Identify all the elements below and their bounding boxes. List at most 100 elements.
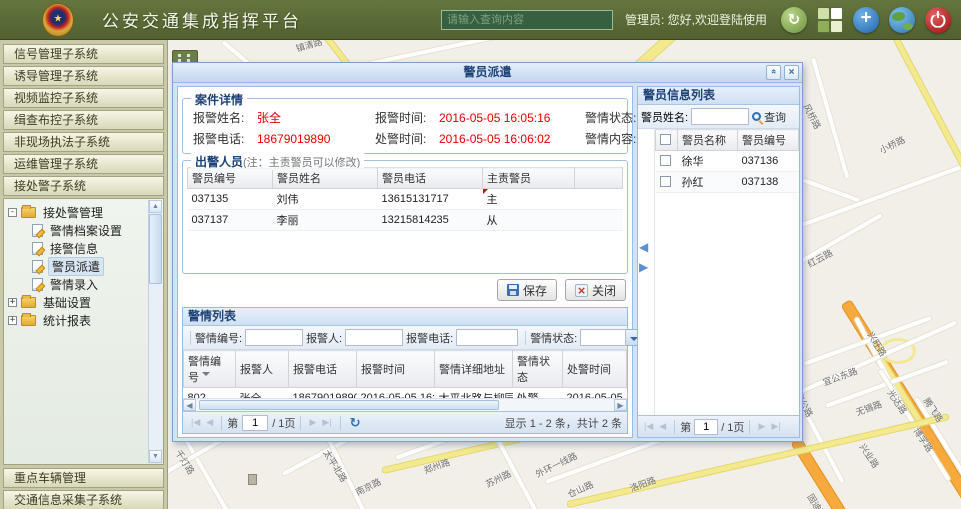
- close-button[interactable]: ×关闭: [565, 279, 626, 301]
- tree-node-alarm-archive[interactable]: 警情档案设置: [8, 221, 147, 239]
- refresh-icon[interactable]: [781, 7, 807, 33]
- prev-page-icon[interactable]: ◀: [659, 421, 666, 432]
- scrollbar-thumb[interactable]: [199, 400, 499, 410]
- column-header-sorted[interactable]: 警情编号: [184, 351, 236, 388]
- sidebar-item-ops[interactable]: 运维管理子系统: [3, 154, 164, 174]
- sidebar-item-traffic-info[interactable]: 交通信息采集子系统: [3, 490, 164, 509]
- select-all-header[interactable]: [656, 130, 678, 151]
- dispatch-table-empty-area: [187, 231, 623, 273]
- reporter-input[interactable]: [345, 329, 403, 346]
- tree-node-alarm-info[interactable]: 接警信息: [8, 239, 147, 257]
- search-icon: [752, 112, 761, 121]
- tree-node-statistics[interactable]: + 统计报表: [8, 311, 147, 329]
- application-window: 镇清路 风桥路 小桥路 红云路 兴旺路 宜公东路 宜公路 无锡路 光达路 腾飞路…: [0, 0, 961, 509]
- row-checkbox-cell[interactable]: [656, 151, 678, 172]
- dialog-close-button[interactable]: ×: [784, 65, 799, 80]
- field-label: 处警时间:: [375, 130, 439, 147]
- field-value: 张全: [257, 109, 375, 126]
- add-icon[interactable]: [853, 7, 879, 33]
- tree-scrollbar[interactable]: ▲ ▼: [148, 200, 162, 463]
- next-page-icon[interactable]: ▶: [309, 417, 316, 428]
- sidebar-item-key-vehicles[interactable]: 重点车辆管理: [3, 468, 164, 488]
- refresh-icon[interactable]: ↻: [350, 415, 361, 431]
- table-row[interactable]: 802 张全 18679019890 2016-05-05 16:... 太平北…: [184, 388, 627, 399]
- save-button[interactable]: 保存: [497, 279, 557, 301]
- page-number-input[interactable]: [242, 415, 268, 431]
- field-label: 报警姓名:: [193, 109, 257, 126]
- tree-node-basic-settings[interactable]: + 基础设置: [8, 293, 147, 311]
- next-page-icon[interactable]: ▶: [758, 421, 765, 432]
- table-row[interactable]: 037137 李丽 13215814235 从: [188, 210, 623, 231]
- row-checkbox-cell[interactable]: [656, 172, 678, 193]
- sidebar-item-signal[interactable]: 信号管理子系统: [3, 44, 164, 64]
- tree-node-officer-dispatch[interactable]: 警员派遣: [8, 257, 147, 275]
- column-header[interactable]: 报警人: [236, 351, 289, 388]
- scrollbar-thumb[interactable]: [149, 214, 162, 284]
- last-page-icon[interactable]: ▶|: [771, 421, 780, 432]
- sidebar-item-video[interactable]: 视频监控子系统: [3, 88, 164, 108]
- sidebar-item-guidance[interactable]: 诱导管理子系统: [3, 66, 164, 86]
- map-road-label: 太平北路: [320, 447, 350, 484]
- expand-expander-icon[interactable]: +: [8, 298, 17, 307]
- column-header[interactable]: 报警电话: [289, 351, 357, 388]
- first-page-icon[interactable]: |◀: [644, 421, 653, 432]
- tree-node-dispatch-mgmt[interactable]: - 接处警管理: [8, 203, 147, 221]
- modules-icon[interactable]: [817, 7, 843, 33]
- transfer-right-icon[interactable]: ▶: [639, 261, 648, 273]
- power-icon[interactable]: [925, 7, 951, 33]
- table-row[interactable]: 徐华 037136: [656, 151, 799, 172]
- alarm-status-combobox[interactable]: [580, 329, 642, 346]
- tree-node-alarm-entry[interactable]: 警情录入: [8, 275, 147, 293]
- filter-label: 报警人:: [306, 330, 342, 346]
- first-page-icon[interactable]: |◀: [191, 417, 200, 428]
- table-row[interactable]: 孙红 037138: [656, 172, 799, 193]
- column-header[interactable]: 报警时间: [357, 351, 435, 388]
- column-header: [575, 168, 623, 189]
- sidebar-item-dispatch-system[interactable]: 接处警子系统: [3, 176, 164, 196]
- scroll-right-icon[interactable]: ▶: [614, 399, 627, 411]
- column-header[interactable]: 警员编号: [188, 168, 273, 189]
- horizontal-scrollbar[interactable]: ◀ ▶: [183, 398, 627, 411]
- dialog-titlebar[interactable]: 警员派遣 » ×: [173, 63, 802, 83]
- prev-page-icon[interactable]: ◀: [206, 417, 213, 428]
- checkbox-icon[interactable]: [660, 155, 671, 166]
- globe-icon[interactable]: [889, 7, 915, 33]
- column-header[interactable]: 警员编号: [738, 130, 799, 151]
- case-details-fieldset: 案件详情 报警姓名: 张全 报警时间: 2016-05-05 16:05:16 …: [182, 98, 628, 154]
- primary-officer-cell[interactable]: 从: [483, 210, 575, 231]
- column-header[interactable]: 警员姓名: [273, 168, 378, 189]
- column-header[interactable]: 警员名称: [678, 130, 738, 151]
- field-label: 报警时间:: [375, 109, 439, 126]
- scroll-left-icon[interactable]: ◀: [183, 399, 196, 411]
- sidebar-item-offsite[interactable]: 非现场执法子系统: [3, 132, 164, 152]
- collapse-expander-icon[interactable]: -: [8, 208, 17, 217]
- sidebar-item-checkcontrol[interactable]: 缉查布控子系统: [3, 110, 164, 130]
- last-page-icon[interactable]: ▶|: [322, 417, 331, 428]
- transfer-left-icon[interactable]: ◀: [639, 241, 648, 253]
- column-header[interactable]: 警情详细地址: [435, 351, 513, 388]
- filter-label: 报警电话:: [406, 330, 453, 346]
- table-row[interactable]: 037135 刘伟 13615131717 主: [188, 189, 623, 210]
- page-number-input[interactable]: [694, 419, 718, 435]
- column-header[interactable]: 处警时间: [563, 351, 627, 388]
- column-header[interactable]: 主责警员: [483, 168, 575, 189]
- alarm-id-input[interactable]: [245, 329, 303, 346]
- global-search-input[interactable]: [441, 10, 613, 30]
- primary-officer-cell[interactable]: 主: [483, 189, 575, 210]
- record-count-summary: 显示 1 - 2 条，共计 2 条: [505, 415, 622, 431]
- map-road-label: 宜公东路: [821, 364, 859, 389]
- checkbox-icon[interactable]: [660, 134, 671, 145]
- expand-expander-icon[interactable]: +: [8, 316, 17, 325]
- checkbox-icon[interactable]: [660, 176, 671, 187]
- officer-search-button[interactable]: 查询: [752, 109, 786, 125]
- column-header[interactable]: 警员电话: [378, 168, 483, 189]
- phone-input[interactable]: [456, 329, 518, 346]
- scroll-up-icon[interactable]: ▲: [149, 200, 162, 213]
- folder-icon: [21, 207, 36, 218]
- column-header[interactable]: 警情状态: [513, 351, 563, 388]
- document-icon: [32, 260, 43, 273]
- floppy-icon: [507, 284, 519, 296]
- officer-name-input[interactable]: [691, 108, 749, 125]
- scroll-down-icon[interactable]: ▼: [149, 450, 162, 463]
- dialog-collapse-button[interactable]: »: [766, 65, 781, 80]
